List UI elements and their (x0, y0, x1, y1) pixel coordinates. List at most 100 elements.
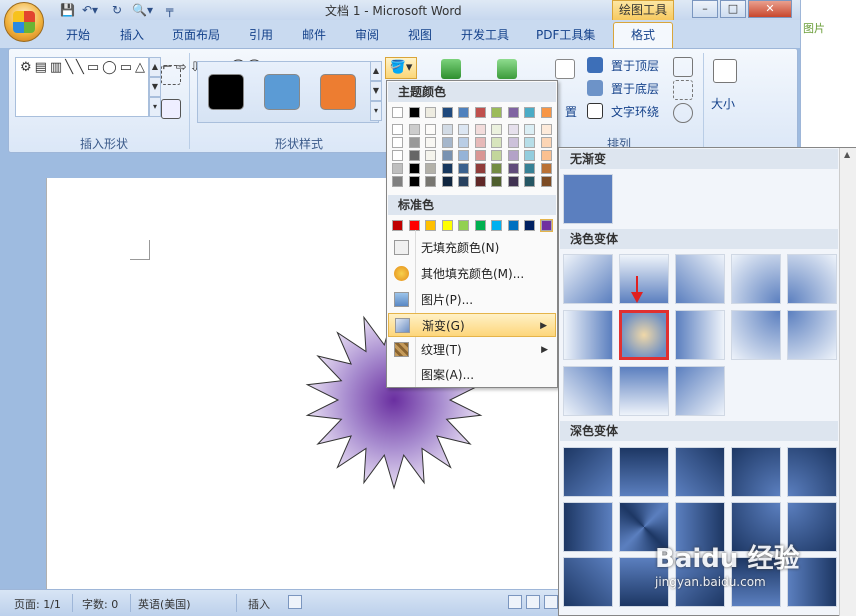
theme-color-swatch[interactable] (441, 163, 453, 174)
standard-color-swatch[interactable] (474, 220, 486, 231)
scroll-up-icon[interactable]: ▲ (844, 150, 850, 159)
styles-up-icon[interactable]: ▲ (370, 61, 382, 81)
theme-color-swatch[interactable] (458, 176, 469, 187)
style-swatch-blue[interactable] (264, 74, 300, 110)
theme-color-swatch[interactable] (458, 124, 469, 135)
theme-color-swatch[interactable] (540, 124, 552, 135)
theme-color-swatch[interactable] (408, 107, 420, 118)
position-icon[interactable] (555, 59, 575, 79)
theme-color-swatch[interactable] (507, 176, 519, 187)
word-count[interactable]: 字数: 0 (82, 596, 118, 612)
macro-record-icon[interactable] (288, 595, 302, 609)
standard-color-swatch[interactable] (408, 220, 420, 231)
tab-developer[interactable]: 开发工具 (461, 26, 509, 43)
gallery-up-icon[interactable]: ▲ (149, 57, 161, 77)
theme-color-swatch[interactable] (524, 107, 535, 118)
standard-color-swatch[interactable] (491, 220, 502, 231)
standard-color-swatch[interactable] (507, 220, 519, 231)
light-gradient-tile[interactable] (563, 254, 613, 304)
standard-color-swatch[interactable] (524, 220, 535, 231)
light-gradient-tile[interactable] (619, 366, 669, 416)
dark-gradient-tile[interactable] (563, 557, 613, 607)
standard-color-swatch[interactable] (539, 219, 553, 232)
theme-color-swatch[interactable] (392, 107, 403, 118)
tab-references[interactable]: 引用 (249, 26, 273, 43)
undo-icon[interactable]: ↶▾ (82, 3, 98, 17)
theme-color-swatch[interactable] (392, 163, 403, 174)
light-gradient-tile[interactable] (675, 254, 725, 304)
light-gradient-tile[interactable] (675, 310, 725, 360)
theme-color-swatch[interactable] (474, 107, 486, 118)
theme-color-swatch[interactable] (425, 150, 436, 161)
group-icon[interactable] (673, 80, 693, 100)
shadow-effects-icon[interactable] (441, 59, 461, 79)
maximize-button[interactable]: □ (720, 0, 746, 18)
tab-page-layout[interactable]: 页面布局 (172, 26, 220, 43)
theme-color-swatch[interactable] (425, 107, 436, 118)
edit-shape-icon[interactable] (161, 65, 181, 85)
tab-view[interactable]: 视图 (408, 26, 432, 43)
text-wrapping-button[interactable]: 文字环绕 (611, 103, 659, 120)
shapes-gallery[interactable]: ⚙▤▥╲╲▭◯▭△⌐⌐⇨⇩◔∿⌒⌒{ (15, 57, 272, 117)
theme-color-swatch[interactable] (408, 124, 420, 135)
theme-color-swatch[interactable] (524, 137, 535, 148)
theme-color-swatch[interactable] (507, 124, 519, 135)
theme-color-swatch[interactable] (474, 150, 486, 161)
theme-color-swatch[interactable] (458, 137, 469, 148)
menu-no-fill[interactable]: 无填充颜色(N) (388, 236, 556, 260)
standard-color-swatch[interactable] (458, 220, 469, 231)
menu-pattern[interactable]: 图案(A)... (388, 363, 556, 387)
insert-mode[interactable]: 插入 (248, 596, 270, 612)
size-button[interactable]: 大小 (711, 95, 735, 112)
theme-color-swatch[interactable] (524, 163, 535, 174)
style-swatch-orange[interactable] (320, 74, 356, 110)
tab-pdf-tools[interactable]: PDF工具集 (536, 26, 595, 43)
light-gradient-tile[interactable] (675, 366, 725, 416)
theme-color-swatch[interactable] (441, 107, 453, 118)
theme-color-swatch[interactable] (392, 124, 403, 135)
redo-icon[interactable]: ↻ (112, 3, 122, 17)
page-count[interactable]: 页面: 1/1 (14, 596, 61, 612)
size-icon[interactable] (713, 59, 737, 83)
theme-color-swatch[interactable] (540, 176, 552, 187)
theme-color-swatch[interactable] (491, 137, 502, 148)
menu-gradient[interactable]: 渐变(G) ▶ (388, 313, 556, 337)
theme-color-swatch[interactable] (458, 163, 469, 174)
light-gradient-tile[interactable] (787, 310, 837, 360)
dark-gradient-tile[interactable] (787, 447, 837, 497)
theme-color-swatch[interactable] (441, 176, 453, 187)
theme-color-swatch[interactable] (507, 107, 519, 118)
theme-color-swatch[interactable] (524, 150, 535, 161)
styles-more-icon[interactable]: ▾ (370, 101, 382, 121)
print-preview-icon[interactable]: 🔍▾ (132, 3, 153, 17)
theme-color-swatch[interactable] (491, 124, 502, 135)
menu-more-fill-colors[interactable]: 其他填充颜色(M)... (388, 262, 556, 286)
print-layout-view-icon[interactable] (508, 595, 522, 609)
rotate-icon[interactable] (673, 103, 693, 123)
theme-color-swatch[interactable] (491, 176, 502, 187)
theme-color-swatch[interactable] (507, 137, 519, 148)
language-indicator[interactable]: 英语(美国) (138, 596, 191, 612)
gradient-scrollbar[interactable]: ▲ (839, 148, 856, 616)
theme-color-swatch[interactable] (392, 176, 403, 187)
theme-color-swatch[interactable] (491, 163, 502, 174)
theme-color-swatch[interactable] (524, 176, 535, 187)
shape-fill-button[interactable]: 🪣▾ (385, 57, 417, 79)
menu-texture[interactable]: 纹理(T) ▶ (388, 338, 556, 362)
theme-color-swatch[interactable] (425, 137, 436, 148)
theme-color-swatch[interactable] (392, 150, 403, 161)
theme-color-swatch[interactable] (425, 176, 436, 187)
customize-qat-icon[interactable]: ╤ (166, 3, 173, 17)
light-gradient-tile[interactable] (619, 310, 669, 360)
theme-color-swatch[interactable] (507, 163, 519, 174)
3d-effects-icon[interactable] (497, 59, 517, 79)
tab-format[interactable]: 格式 (613, 22, 673, 48)
tab-mailings[interactable]: 邮件 (302, 26, 326, 43)
text-box-icon[interactable] (161, 99, 181, 119)
theme-color-swatch[interactable] (441, 124, 453, 135)
standard-color-swatch[interactable] (441, 220, 453, 231)
theme-color-swatch[interactable] (474, 163, 486, 174)
theme-color-swatch[interactable] (507, 150, 519, 161)
gallery-down-icon[interactable]: ▼ (149, 77, 161, 97)
align-icon[interactable] (673, 57, 693, 77)
